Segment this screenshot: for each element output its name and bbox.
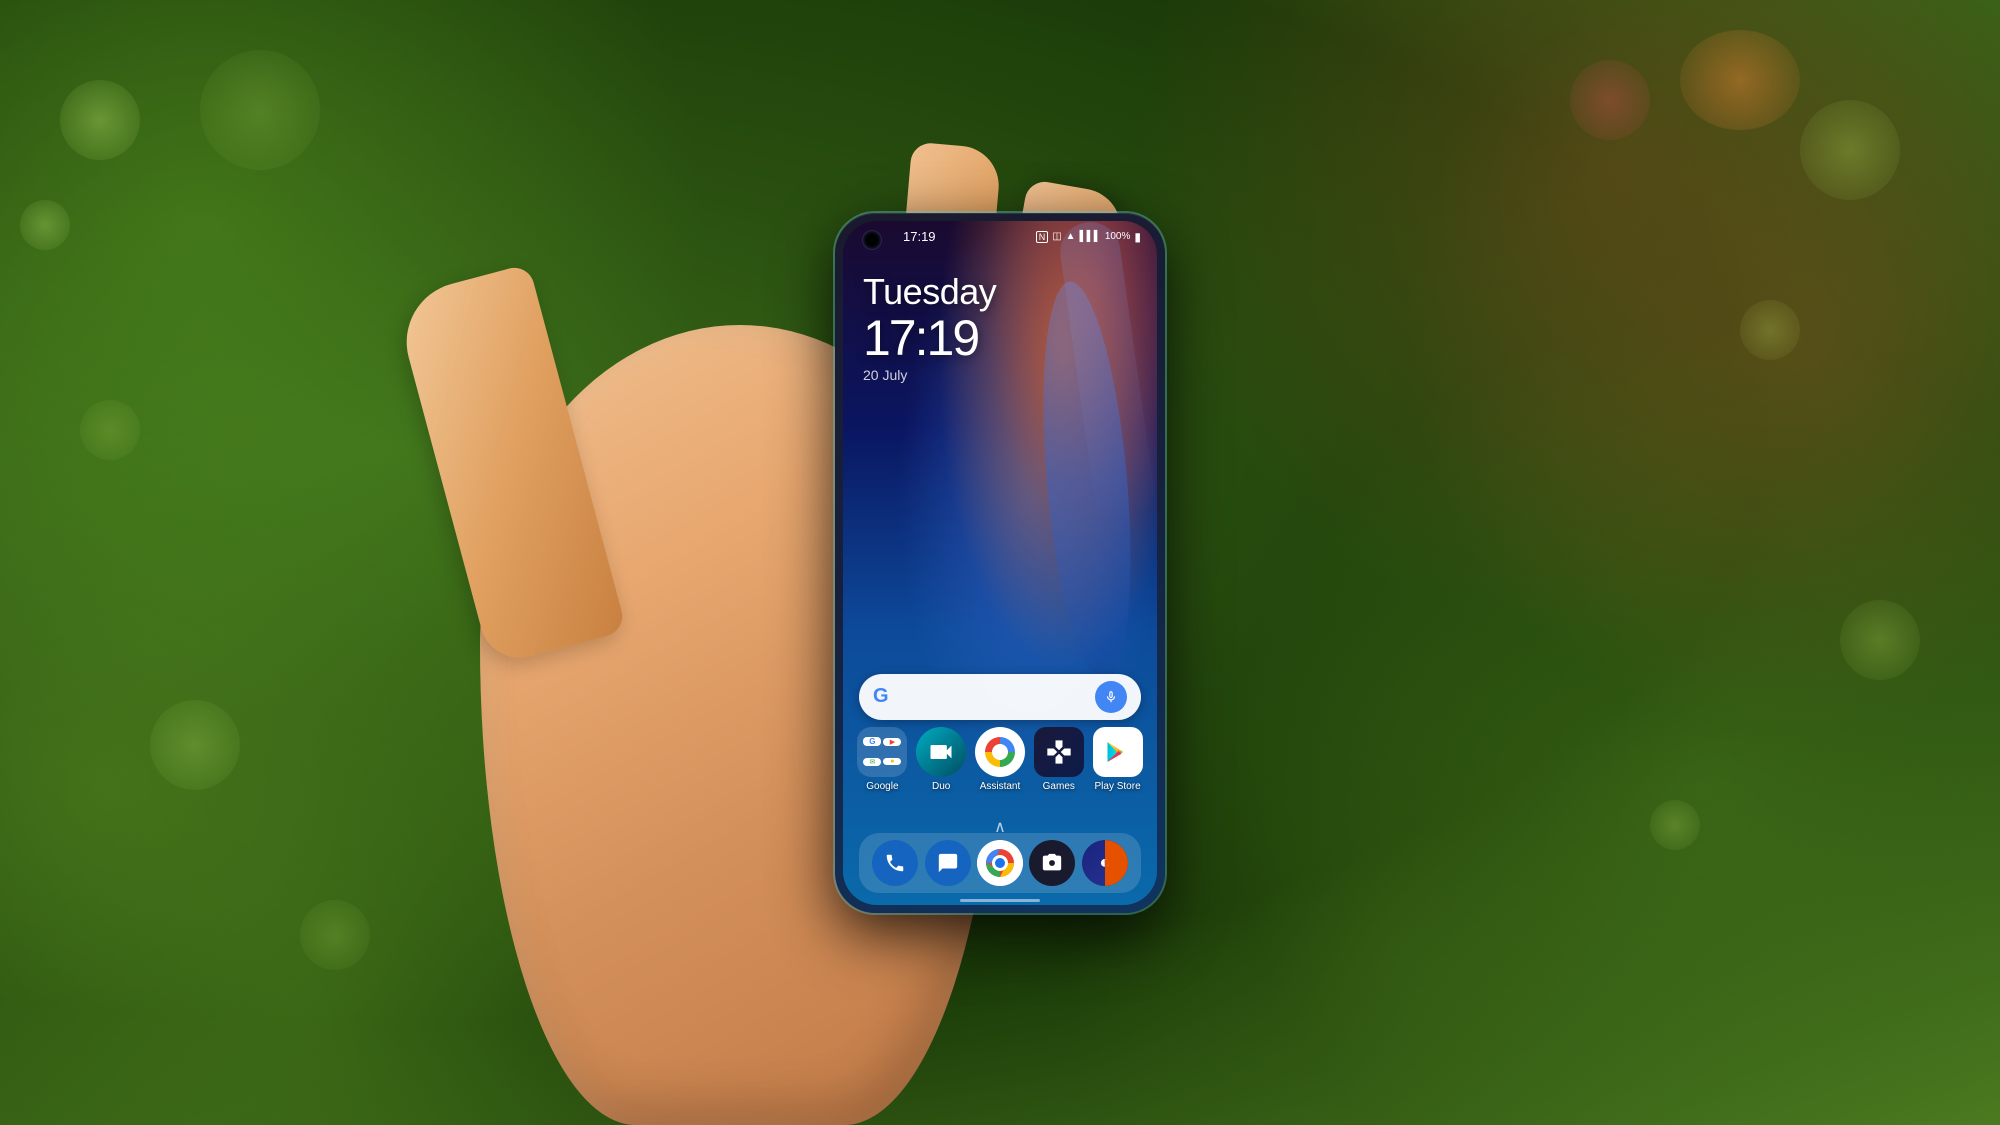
app-assistant-label: Assistant <box>980 781 1021 792</box>
app-google-label: Google <box>866 781 898 792</box>
phone-container: 17:19 N ◫ ▲ ▌▌▌ 100% ▮ Tuesday 17:19 20 … <box>835 213 1165 913</box>
dock: ◐ <box>859 833 1141 893</box>
play-store-icon <box>1093 727 1143 777</box>
phone-icon <box>884 852 906 874</box>
time-display: 17:19 <box>863 313 996 363</box>
app-grid: G ▶ ✉ ● Google <box>853 727 1147 800</box>
duo-icon <box>916 727 966 777</box>
battery-text: 100% <box>1105 231 1131 242</box>
bokeh-10 <box>1650 800 1700 850</box>
phone-screen: 17:19 N ◫ ▲ ▌▌▌ 100% ▮ Tuesday 17:19 20 … <box>843 221 1157 905</box>
day-name: Tuesday <box>863 271 996 313</box>
status-time: 17:19 <box>903 229 936 244</box>
bokeh-5 <box>150 700 240 790</box>
signal-icon: ▌▌▌ <box>1080 231 1101 242</box>
bokeh-red <box>1570 60 1650 140</box>
app-duo-label: Duo <box>932 781 950 792</box>
dock-messages[interactable] <box>925 840 971 886</box>
assistant-icon <box>975 727 1025 777</box>
dock-oneplus[interactable]: ◐ <box>1082 840 1128 886</box>
bokeh-2 <box>20 200 70 250</box>
nfc-icon: N <box>1036 231 1049 243</box>
app-duo[interactable]: Duo <box>914 727 969 792</box>
mic-button[interactable] <box>1095 681 1127 713</box>
messages-icon <box>937 852 959 874</box>
games-icon <box>1034 727 1084 777</box>
bokeh-4 <box>80 400 140 460</box>
google-folder-icon: G ▶ ✉ ● <box>857 727 907 777</box>
app-google-folder[interactable]: G ▶ ✉ ● Google <box>855 727 910 792</box>
battery-icon: ▮ <box>1134 230 1141 244</box>
app-play-store[interactable]: Play Store <box>1090 727 1145 792</box>
wifi-icon: ▲ <box>1066 231 1076 242</box>
app-games[interactable]: Games <box>1031 727 1086 792</box>
dock-chrome[interactable] <box>977 840 1023 886</box>
date-display: 20 July <box>863 367 996 383</box>
bokeh-9 <box>1840 600 1920 680</box>
bokeh-1 <box>60 80 140 160</box>
google-g-logo: G <box>873 685 889 708</box>
bokeh-6 <box>300 900 370 970</box>
datetime-widget: Tuesday 17:19 20 July <box>863 271 996 383</box>
app-games-label: Games <box>1043 781 1075 792</box>
nav-bar-indicator <box>960 899 1040 902</box>
dock-phone[interactable] <box>872 840 918 886</box>
app-play-store-label: Play Store <box>1095 781 1141 792</box>
status-icons: N ◫ ▲ ▌▌▌ 100% ▮ <box>1036 230 1141 244</box>
google-search-bar[interactable]: G <box>859 674 1141 720</box>
dock-camera[interactable] <box>1029 840 1075 886</box>
bokeh-8 <box>1740 300 1800 360</box>
bokeh-7 <box>1800 100 1900 200</box>
mic-icon <box>1104 690 1118 704</box>
bokeh-3 <box>200 50 320 170</box>
camera-icon <box>1041 852 1063 874</box>
app-row-main: G ▶ ✉ ● Google <box>853 727 1147 792</box>
status-bar: 17:19 N ◫ ▲ ▌▌▌ 100% ▮ <box>843 221 1157 253</box>
app-assistant[interactable]: Assistant <box>972 727 1027 792</box>
chrome-icon <box>977 840 1023 886</box>
camera-hole <box>863 231 881 249</box>
sim-icon: ◫ <box>1052 231 1061 242</box>
bokeh-orange <box>1680 30 1800 130</box>
